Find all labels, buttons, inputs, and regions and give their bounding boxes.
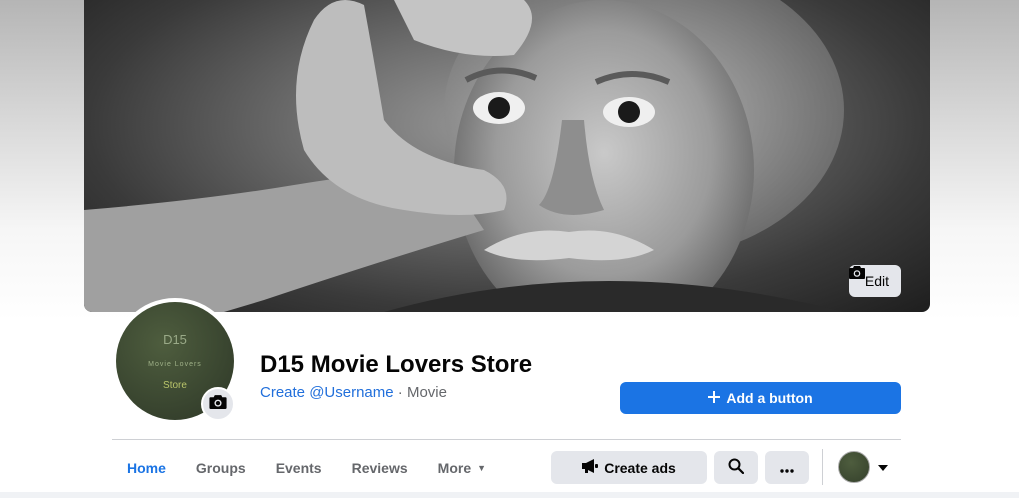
search-button[interactable] (714, 451, 758, 484)
edit-cover-label: Edit (864, 273, 889, 289)
plus-icon (708, 390, 721, 406)
create-username-link[interactable]: Create @Username (260, 384, 394, 401)
profile-switcher[interactable] (838, 451, 888, 483)
search-icon (728, 458, 745, 477)
tab-label: Home (127, 460, 166, 476)
tab-label: Reviews (351, 460, 408, 476)
avatar (838, 451, 870, 483)
actions-divider (822, 449, 823, 485)
tab-reviews[interactable]: Reviews (337, 440, 423, 496)
ellipsis-icon (780, 460, 794, 476)
tab-home[interactable]: Home (112, 440, 181, 498)
tab-label: More (437, 460, 472, 476)
cover-photo: Edit (84, 0, 930, 312)
caret-down-icon: ▼ (477, 463, 487, 473)
megaphone-icon (582, 459, 599, 476)
page-title: D15 Movie Lovers Store (260, 351, 533, 378)
avatar-text-line1: D15 (163, 331, 187, 347)
tab-groups[interactable]: Groups (181, 440, 261, 496)
edit-cover-button[interactable]: Edit (848, 265, 901, 297)
tab-label: Events (275, 460, 322, 476)
avatar-text-line2: Movie Lovers (148, 360, 202, 368)
page-subline: Create @Username · Movie (260, 384, 447, 401)
avatar-text-line3: Store (163, 379, 187, 391)
more-options-button[interactable] (765, 451, 809, 484)
create-ads-button[interactable]: Create ads (551, 451, 707, 484)
update-profile-picture-button[interactable] (201, 387, 235, 421)
tab-events[interactable]: Events (261, 440, 337, 496)
subline-separator: · (393, 384, 407, 401)
tab-more[interactable]: More ▼ (423, 440, 501, 496)
page-tabs: Home Groups Events Reviews More ▼ (112, 440, 501, 498)
tab-label: Groups (195, 460, 246, 476)
cover-image (84, 0, 844, 312)
add-a-button-label: Add a button (726, 390, 813, 406)
page-background-strip (0, 492, 1019, 498)
caret-down-icon (878, 458, 888, 476)
add-a-button[interactable]: Add a button (620, 382, 901, 414)
camera-icon (209, 394, 227, 414)
create-ads-label: Create ads (604, 459, 676, 476)
page-category: Movie (406, 384, 447, 401)
